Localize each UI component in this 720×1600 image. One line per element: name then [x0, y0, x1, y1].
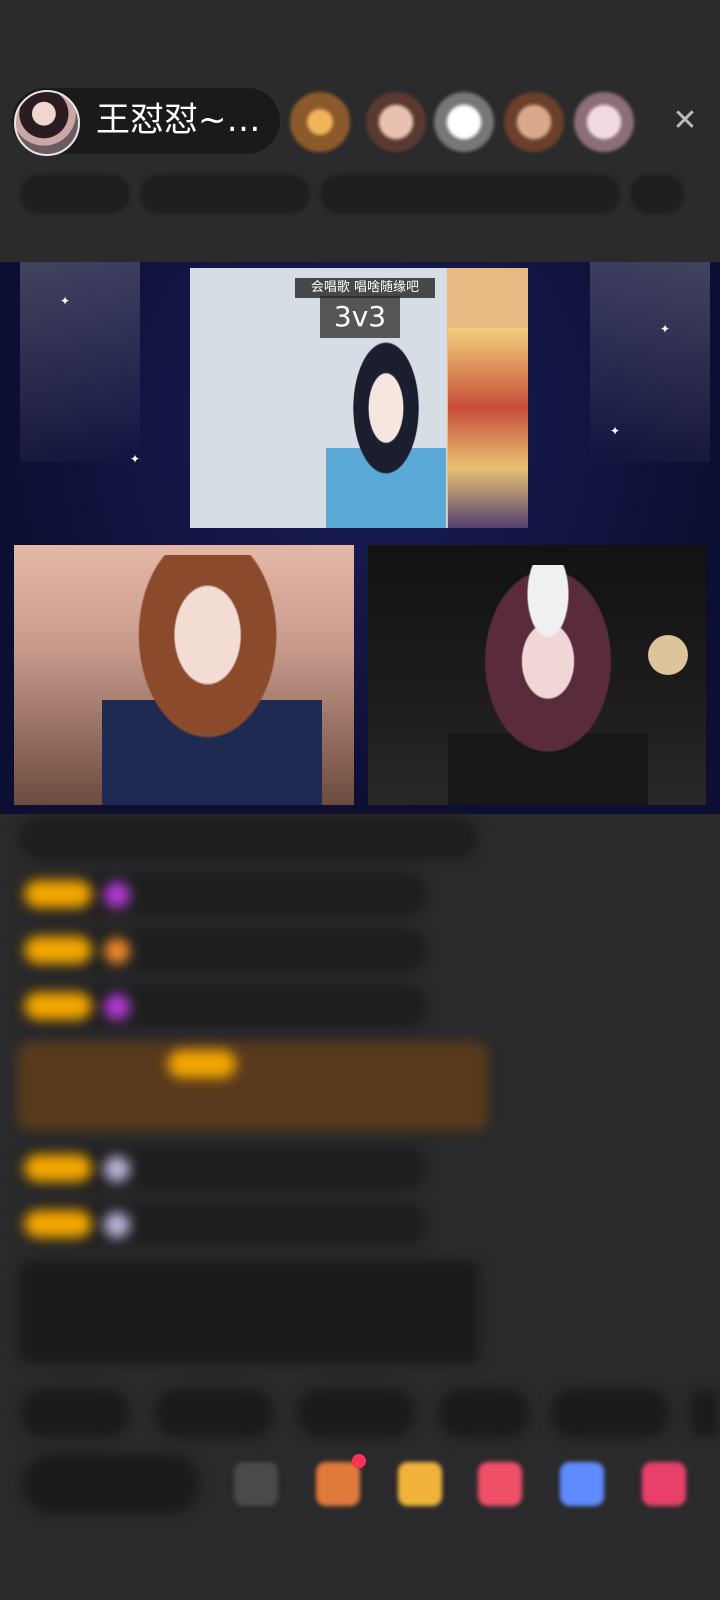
host-info[interactable]: 王怼怼~… — [12, 88, 280, 156]
chat-area[interactable] — [0, 814, 720, 1374]
quick-chip[interactable] — [296, 1388, 416, 1438]
activity-banner[interactable] — [320, 174, 620, 214]
gem-icon — [104, 1156, 130, 1182]
notification-dot — [352, 1454, 366, 1468]
guest-video — [102, 555, 322, 805]
mode-tag: 会唱歌 唱啥随缘吧 — [295, 278, 435, 298]
more-chip[interactable] — [630, 174, 684, 214]
comment-input[interactable] — [22, 1454, 200, 1514]
gem-icon — [104, 994, 130, 1020]
chat-message — [18, 984, 428, 1028]
gem-icon — [104, 938, 130, 964]
quick-chip[interactable] — [690, 1388, 720, 1438]
light-beam — [20, 262, 140, 462]
viewer-avatar[interactable] — [574, 92, 634, 152]
chat-message — [18, 1202, 428, 1246]
chat-message — [18, 1146, 428, 1190]
gem-icon — [104, 1212, 130, 1238]
star-icon: ✦ — [610, 424, 621, 438]
star-icon: ✦ — [60, 294, 71, 308]
chat-message — [18, 816, 478, 860]
guest-camera-left[interactable] — [14, 545, 354, 805]
quick-chip[interactable] — [154, 1388, 274, 1438]
more-icon[interactable] — [642, 1462, 686, 1506]
gem-icon — [104, 882, 130, 908]
chat-message — [18, 872, 428, 916]
star-icon: ✦ — [660, 322, 671, 336]
level-badge — [24, 880, 92, 908]
fans-chip[interactable] — [140, 174, 310, 214]
task-icon[interactable] — [398, 1462, 442, 1506]
host-video — [326, 328, 446, 528]
level-badge — [168, 1050, 236, 1078]
top-bar: 王怼怼~… ✕ — [0, 0, 720, 260]
multi-cam-stage: ✦ ✦ ✦ ✦ 会唱歌 唱啥随缘吧 3v3 — [0, 262, 720, 814]
lamp-light — [648, 635, 688, 675]
gift-icon[interactable] — [316, 1462, 360, 1506]
share-icon[interactable] — [560, 1462, 604, 1506]
level-badge — [24, 936, 92, 964]
quick-chip[interactable] — [438, 1388, 530, 1438]
quick-chip[interactable] — [20, 1388, 130, 1438]
viewer-avatar[interactable] — [366, 92, 426, 152]
host-camera[interactable]: 会唱歌 唱啥随缘吧 3v3 — [190, 268, 528, 528]
chat-message-highlight — [18, 1042, 488, 1130]
bottom-action-bar — [0, 1440, 720, 1600]
emoji-icon[interactable] — [234, 1462, 278, 1506]
host-avatar[interactable] — [14, 90, 80, 156]
light-beam — [590, 262, 710, 462]
system-notice — [18, 1260, 480, 1364]
rank-chip[interactable] — [20, 174, 130, 214]
guest-camera-right[interactable] — [368, 545, 706, 805]
mode-score: 3v3 — [320, 296, 400, 338]
viewer-avatar[interactable] — [434, 92, 494, 152]
star-icon: ✦ — [130, 452, 141, 466]
quick-chip[interactable] — [550, 1388, 670, 1438]
close-icon[interactable]: ✕ — [668, 104, 702, 138]
level-badge — [24, 992, 92, 1020]
background-poster — [448, 328, 528, 528]
guest-video — [448, 565, 648, 805]
host-name[interactable]: 王怼怼~… — [96, 100, 261, 140]
level-badge — [24, 1210, 92, 1238]
heart-icon[interactable] — [478, 1462, 522, 1506]
viewer-avatar[interactable] — [504, 92, 564, 152]
chat-message — [18, 928, 428, 972]
level-badge — [24, 1154, 92, 1182]
viewer-avatar[interactable] — [290, 92, 350, 152]
